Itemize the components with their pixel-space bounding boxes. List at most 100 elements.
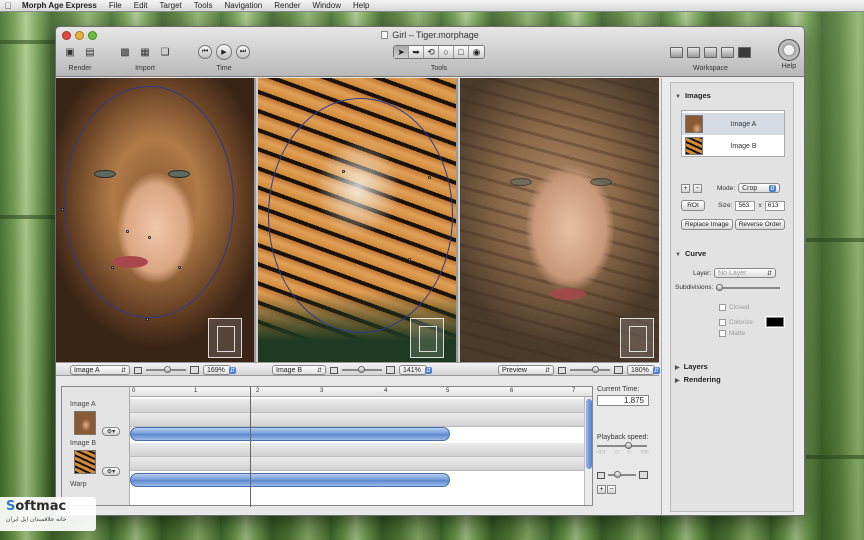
current-time-field[interactable]: 1.875 [597,395,649,406]
size-width-field[interactable]: 563 [735,200,756,211]
subdivisions-slider[interactable] [716,283,781,291]
zoom-in-icon[interactable] [639,471,648,479]
curve-section-header[interactable]: ▼ Curve [675,249,706,258]
apple-menu-icon[interactable]:  [0,1,16,11]
layers-section-header[interactable]: ▶ Layers [675,362,708,371]
control-point[interactable] [342,170,345,173]
menu-help[interactable]: Help [347,1,375,10]
panel-a-zoom-slider[interactable] [146,366,186,373]
slider-knob[interactable] [716,283,724,291]
closed-checkbox[interactable] [719,304,726,311]
remove-image-button[interactable]: − [693,183,702,193]
images-section-header[interactable]: ▼ Images [675,91,711,100]
zoom-out-icon[interactable] [330,366,338,374]
zoom-out-icon[interactable] [134,366,142,374]
menu-navigation[interactable]: Navigation [218,1,268,10]
track-a-gear-icon[interactable]: ⚙▾ [102,427,120,436]
playback-speed-slider[interactable] [597,442,647,449]
timeline-ruler[interactable]: 0 1 2 3 4 5 6 7 [130,387,592,397]
fast-forward-button[interactable]: ⏭ [236,45,250,59]
control-point[interactable] [146,318,149,321]
control-point[interactable] [408,258,411,261]
control-point[interactable] [178,266,181,269]
menu-edit[interactable]: Edit [128,1,154,10]
menu-app-name[interactable]: Morph Age Express [16,1,103,10]
workspace-layout-1-icon[interactable] [670,46,683,58]
point-arrow-icon[interactable]: ➥ [409,46,424,58]
slider-knob[interactable] [164,366,171,373]
control-point[interactable] [126,230,129,233]
workspace-layout-3-icon[interactable] [704,46,717,58]
add-track-button[interactable]: + [597,485,606,494]
layer-select[interactable]: No Layer ⇵ [714,268,777,278]
timeline-zoom-slider[interactable] [608,471,636,478]
preview-canvas[interactable] [460,78,659,362]
navigator-thumbnail[interactable] [620,318,654,358]
select-arrow-icon[interactable]: ➤ [394,46,409,58]
rewind-button[interactable]: ⏮ [198,45,212,59]
colorize-checkbox[interactable] [719,318,726,326]
rendering-section-header[interactable]: ▶ Rendering [675,375,721,384]
playhead[interactable] [250,387,251,507]
workspace-layout-4-icon[interactable] [721,46,734,58]
control-point[interactable] [111,266,114,269]
size-height-field[interactable]: 613 [764,200,785,211]
panel-c-select[interactable]: Preview ⇵ [498,365,554,375]
slider-knob[interactable] [625,442,632,449]
timeline-scrollbar[interactable] [584,397,592,505]
panel-b-zoom-field[interactable]: 141% ⇵ [399,365,432,375]
mask-tool-icon[interactable]: ◉ [469,46,484,58]
panel-a-select[interactable]: Image A ⇵ [70,365,130,375]
panel-b-select[interactable]: Image B ⇵ [272,365,326,375]
zoom-in-icon[interactable] [614,366,623,374]
import-stack-icon[interactable]: ❏ [157,45,173,59]
workspace-curve-icon[interactable] [738,46,751,58]
image-b-clip[interactable] [130,473,450,487]
rectangle-tool-icon[interactable]: □ [454,46,469,58]
lasso-icon[interactable]: ⟲ [424,46,439,58]
panel-b-zoom-slider[interactable] [342,366,382,373]
slider-knob[interactable] [614,471,621,478]
slider-knob[interactable] [358,366,365,373]
reverse-order-button[interactable]: Reverse Order [734,219,786,230]
add-image-button[interactable]: + [681,183,690,193]
menu-window[interactable]: Window [307,1,347,10]
panel-a-zoom-field[interactable]: 169% ⇵ [203,365,236,375]
control-point[interactable] [428,176,431,179]
play-button[interactable]: ▶ [216,44,232,60]
navigator-thumbnail[interactable] [410,318,444,358]
zoom-out-icon[interactable] [558,366,566,374]
image-b-canvas[interactable] [258,78,458,362]
zoom-out-icon[interactable] [597,471,605,479]
face-contour-curve[interactable] [268,98,453,333]
roi-button[interactable]: ROI [681,200,705,211]
control-point[interactable] [61,208,64,211]
workspace-layout-2-icon[interactable] [687,46,700,58]
scrollbar-thumb[interactable] [586,399,592,469]
image-a-clip[interactable] [130,427,450,441]
zoom-in-icon[interactable] [190,366,199,374]
control-point[interactable] [148,236,151,239]
mode-select[interactable]: Crop ⇵ [738,183,781,193]
curve-color-well[interactable] [764,316,785,328]
render-frames-icon[interactable]: ▤ [82,45,98,59]
menu-file[interactable]: File [103,1,128,10]
face-contour-curve[interactable] [64,86,234,318]
ellipse-tool-icon[interactable]: ○ [439,46,454,58]
menu-target[interactable]: Target [154,1,188,10]
import-camera-icon[interactable]: ▩ [117,45,133,59]
menu-tools[interactable]: Tools [188,1,219,10]
panel-c-zoom-slider[interactable] [570,366,610,373]
import-image-icon[interactable]: ▦ [137,45,153,59]
replace-image-button[interactable]: Replace Image [681,219,733,230]
image-list-item-a[interactable]: Image A [682,113,784,135]
remove-track-button[interactable]: − [607,485,616,494]
panel-c-zoom-field[interactable]: 180% ⇵ [627,365,660,375]
navigator-thumbnail[interactable] [208,318,242,358]
matte-checkbox[interactable] [719,330,726,337]
track-b-gear-icon[interactable]: ⚙▾ [102,467,120,476]
zoom-in-icon[interactable] [386,366,395,374]
render-movie-icon[interactable]: ▣ [62,45,78,59]
image-list-item-b[interactable]: Image B [682,135,784,157]
slider-knob[interactable] [592,366,599,373]
